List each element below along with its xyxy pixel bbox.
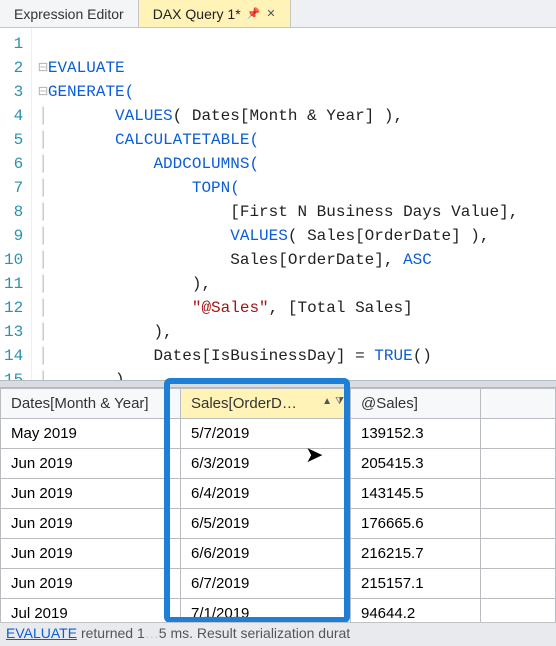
- table-row[interactable]: Jun 20196/5/2019176665.6: [1, 509, 556, 539]
- line-gutter: 123456789101112131415: [0, 28, 32, 380]
- col-header-label: @Sales]: [361, 395, 418, 412]
- col-header-blank: [481, 389, 556, 419]
- code-editor[interactable]: 123456789101112131415 ⊟EVALUATE ⊟GENERAT…: [0, 28, 556, 380]
- tab-label: Expression Editor: [14, 6, 124, 22]
- table-row[interactable]: Jun 20196/3/2019205415.3: [1, 449, 556, 479]
- table-row[interactable]: Jun 20196/7/2019215157.1: [1, 569, 556, 599]
- status-keyword: EVALUATE: [6, 625, 77, 641]
- code-body[interactable]: ⊟EVALUATE ⊟GENERATE( │ VALUES( Dates[Mon…: [32, 28, 524, 380]
- splitter[interactable]: [0, 380, 556, 388]
- header-row: Dates[Month & Year] Sales[OrderD… ▲ ⧩ @S…: [1, 389, 556, 419]
- status-bar: EVALUATE returned 1…5 ms. Result seriali…: [0, 622, 556, 646]
- col-header-label: Dates[Month & Year]: [11, 395, 149, 412]
- close-icon[interactable]: ✕: [266, 7, 275, 20]
- results-grid[interactable]: Dates[Month & Year] Sales[OrderD… ▲ ⧩ @S…: [0, 388, 556, 629]
- filter-icon[interactable]: ⧩: [335, 396, 344, 407]
- pin-icon[interactable]: 📌: [247, 7, 261, 20]
- col-header-month-year[interactable]: Dates[Month & Year]: [1, 389, 181, 419]
- table-row[interactable]: Jun 20196/6/2019216215.7: [1, 539, 556, 569]
- tab-dax-query[interactable]: DAX Query 1* 📌 ✕: [139, 0, 291, 27]
- sort-asc-icon: ▲: [322, 396, 332, 407]
- table-row[interactable]: Jun 20196/4/2019143145.5: [1, 479, 556, 509]
- tab-bar: Expression Editor DAX Query 1* 📌 ✕: [0, 0, 556, 28]
- results-grid-wrap: Dates[Month & Year] Sales[OrderD… ▲ ⧩ @S…: [0, 388, 556, 629]
- tab-label: DAX Query 1*: [153, 6, 241, 22]
- tab-expression-editor[interactable]: Expression Editor: [0, 0, 139, 27]
- col-header-label: Sales[OrderD…: [191, 395, 297, 412]
- col-header-orderdate[interactable]: Sales[OrderD… ▲ ⧩: [181, 389, 351, 419]
- grid-body: May 20195/7/2019139152.3 Jun 20196/3/201…: [1, 419, 556, 629]
- col-header-sales[interactable]: @Sales]: [351, 389, 481, 419]
- table-row[interactable]: May 20195/7/2019139152.3: [1, 419, 556, 449]
